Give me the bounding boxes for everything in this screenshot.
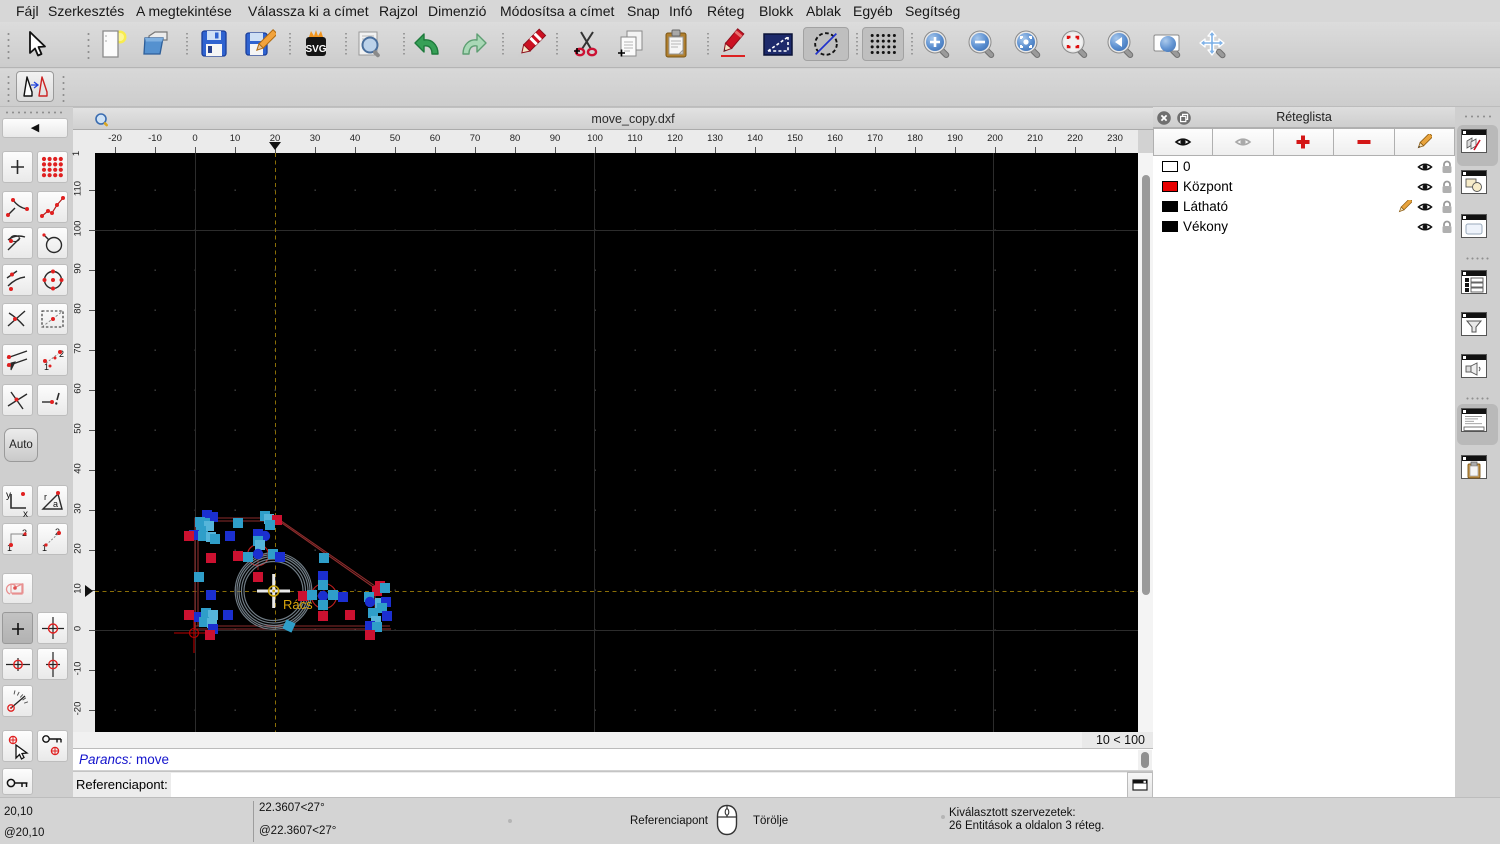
svg-text:Rács: Rács — [283, 597, 313, 612]
svg-text:y: y — [6, 490, 11, 501]
svg-text:a: a — [53, 499, 58, 509]
svg-text:x: x — [23, 509, 28, 518]
svg-text:r: r — [44, 492, 47, 502]
svg-text:1: 1 — [44, 362, 49, 372]
svg-text:SVG: SVG — [305, 44, 326, 55]
